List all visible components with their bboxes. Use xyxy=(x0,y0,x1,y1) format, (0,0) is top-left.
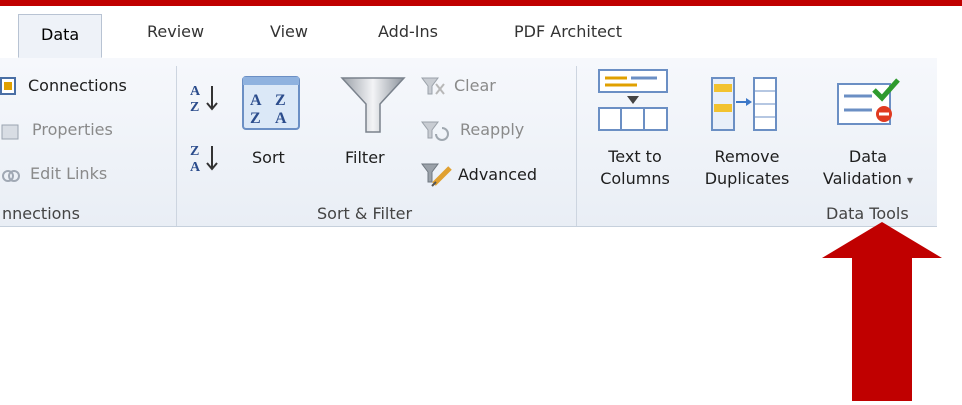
red-arrow-annotation xyxy=(822,222,942,401)
sort-a-to-z-icon[interactable]: A Z xyxy=(188,80,222,120)
remove-duplicates-line2: Duplicates xyxy=(704,169,790,188)
connections-group-label: nnections xyxy=(2,204,80,223)
text-to-columns-button[interactable]: Text to Columns xyxy=(590,146,680,190)
clear-button[interactable]: Clear xyxy=(454,76,496,95)
tab-view[interactable]: View xyxy=(270,22,308,41)
filter-button[interactable]: Filter xyxy=(345,148,385,167)
svg-text:A: A xyxy=(190,160,201,175)
tab-pdf-architect[interactable]: PDF Architect xyxy=(514,22,622,41)
text-to-columns-line1: Text to xyxy=(608,147,662,166)
svg-text:Z: Z xyxy=(275,92,286,109)
connections-icon xyxy=(0,76,18,100)
data-validation-button[interactable]: Data Validation ▾ xyxy=(800,146,936,191)
reapply-icon xyxy=(420,120,452,148)
tab-data[interactable]: Data xyxy=(18,14,103,58)
text-to-columns-icon[interactable] xyxy=(597,68,669,136)
svg-text:Z: Z xyxy=(190,144,199,159)
tab-add-ins[interactable]: Add-Ins xyxy=(378,22,438,41)
remove-duplicates-line1: Remove xyxy=(714,147,780,166)
svg-text:A: A xyxy=(275,110,287,127)
text-to-columns-line2: Columns xyxy=(600,169,670,188)
data-validation-line1: Data xyxy=(848,147,888,166)
data-validation-icon[interactable] xyxy=(836,78,902,134)
edit-links-icon xyxy=(0,166,22,190)
svg-text:Z: Z xyxy=(250,110,261,127)
dropdown-arrow-icon[interactable]: ▾ xyxy=(907,173,913,187)
remove-duplicates-icon[interactable] xyxy=(708,74,780,138)
edit-links-button[interactable]: Edit Links xyxy=(30,164,107,183)
advanced-button[interactable]: Advanced xyxy=(458,165,537,184)
data-validation-line2-text: Validation xyxy=(822,169,902,188)
svg-text:Z: Z xyxy=(190,100,199,115)
advanced-filter-icon xyxy=(420,162,456,192)
tab-review[interactable]: Review xyxy=(147,22,204,41)
filter-funnel-icon[interactable] xyxy=(338,74,408,140)
reapply-button[interactable]: Reapply xyxy=(460,120,524,139)
group-separator xyxy=(576,66,577,226)
properties-icon xyxy=(0,122,22,146)
data-tools-group-label: Data Tools xyxy=(826,204,909,223)
sort-filter-group-label: Sort & Filter xyxy=(317,204,413,223)
properties-button[interactable]: Properties xyxy=(32,120,113,139)
tab-bar xyxy=(0,6,962,46)
data-validation-line2: Validation ▾ xyxy=(800,168,936,191)
sort-icon[interactable]: A Z Z A xyxy=(241,75,301,135)
clear-filter-icon xyxy=(420,76,448,102)
connections-button[interactable]: Connections xyxy=(28,76,127,95)
group-separator xyxy=(176,66,177,226)
svg-text:A: A xyxy=(250,92,262,109)
sort-z-to-a-icon[interactable]: Z A xyxy=(188,140,222,180)
remove-duplicates-button[interactable]: Remove Duplicates xyxy=(697,146,797,190)
svg-text:A: A xyxy=(190,84,201,99)
sort-button[interactable]: Sort xyxy=(252,148,285,167)
